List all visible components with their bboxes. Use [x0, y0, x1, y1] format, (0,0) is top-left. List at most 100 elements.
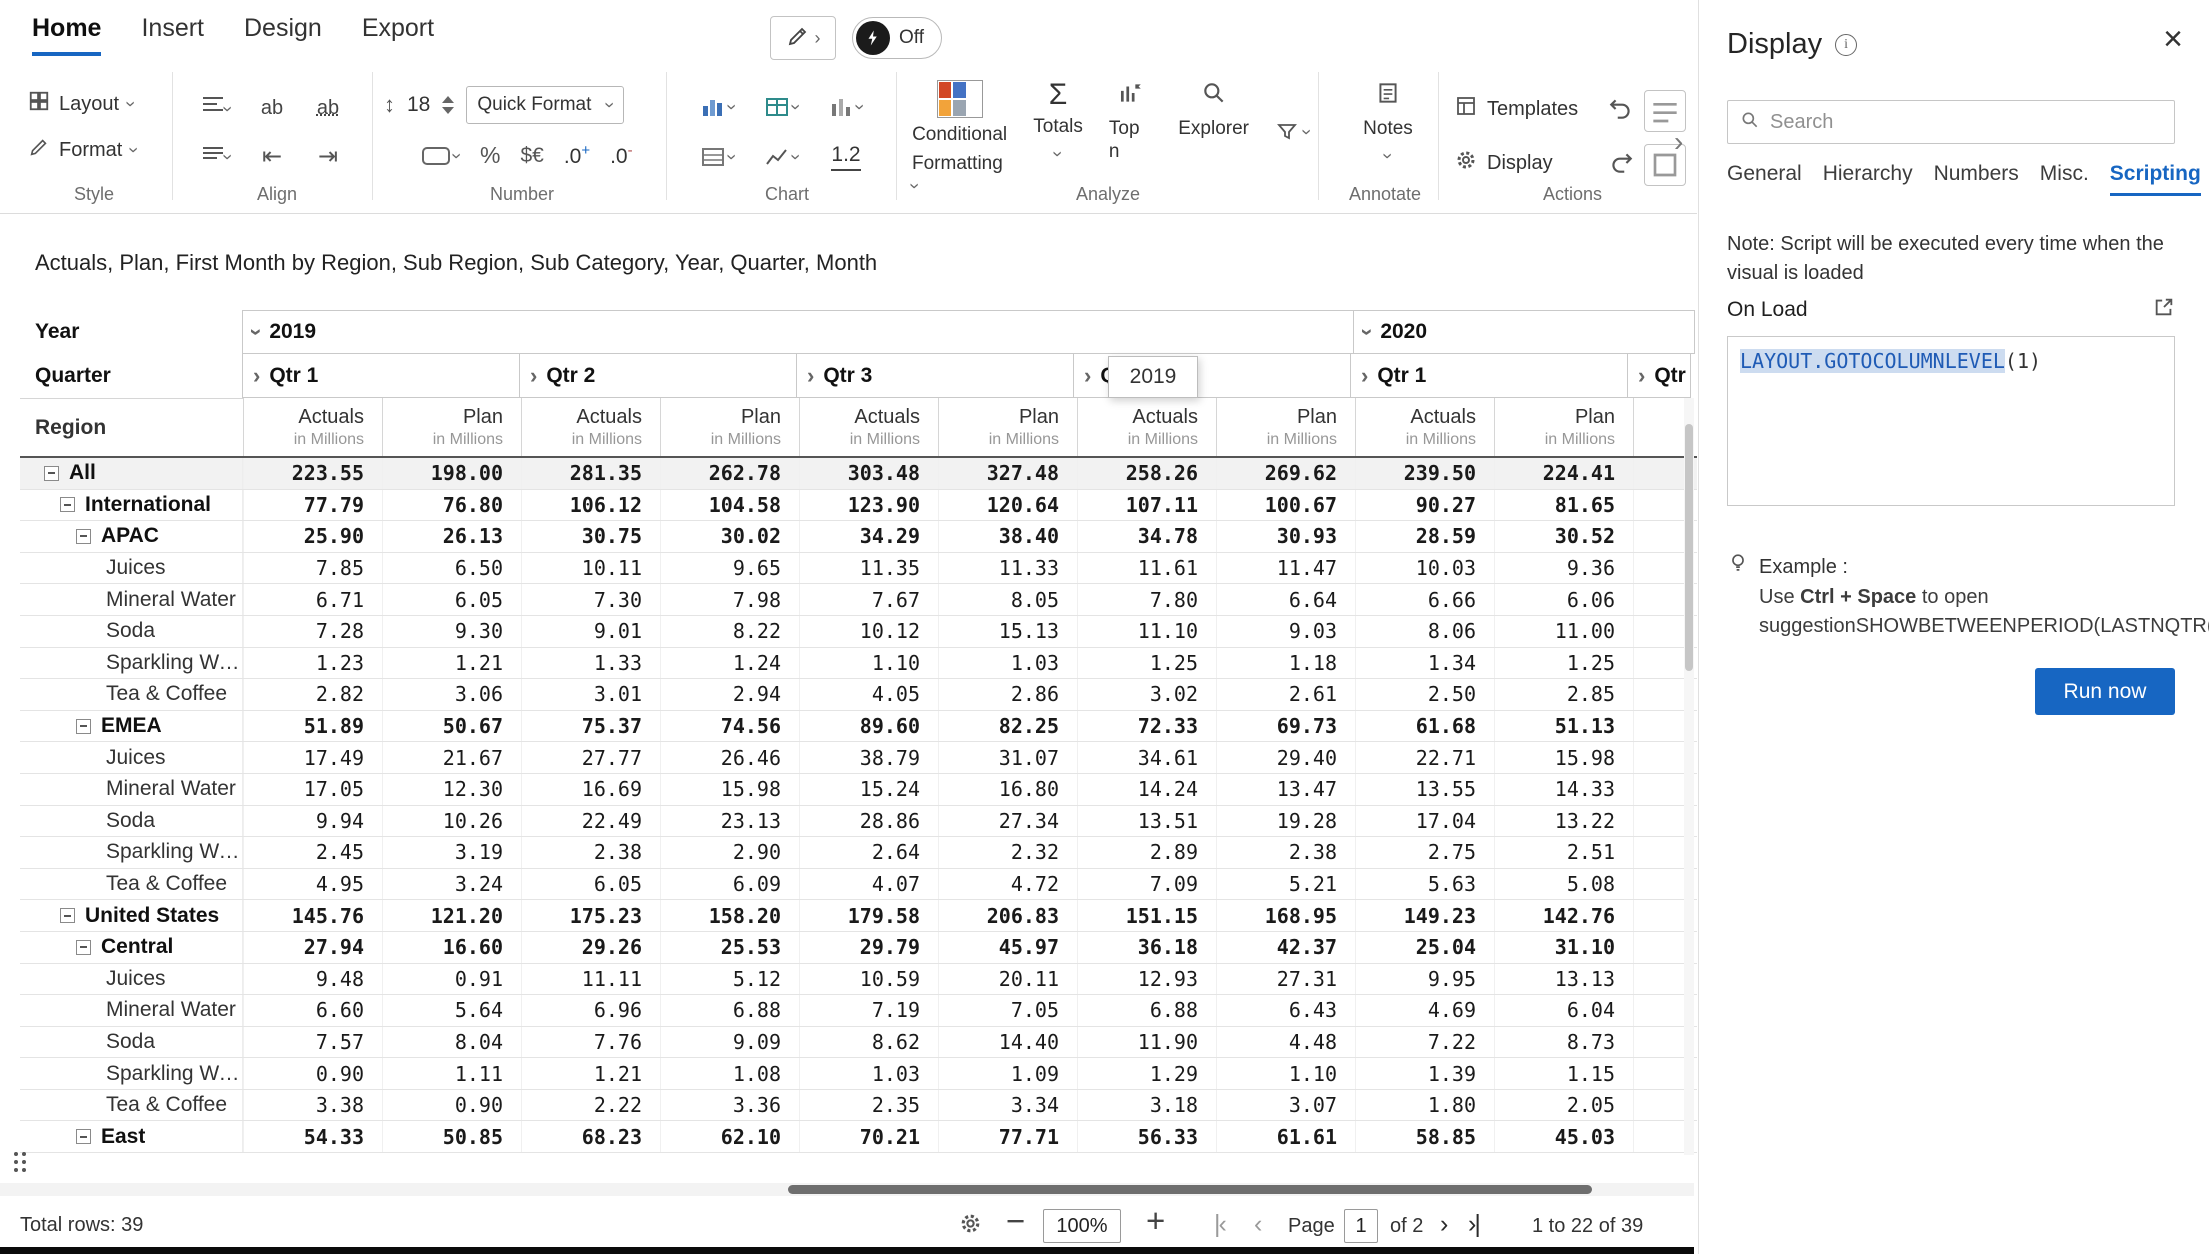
table-cell[interactable]: 149.23 — [1355, 900, 1494, 931]
table-cell[interactable]: 1.11 — [382, 1058, 521, 1089]
table-cell[interactable]: 19.28 — [1216, 805, 1355, 837]
table-cell[interactable]: 1.21 — [382, 647, 521, 679]
table-cell[interactable]: 6.88 — [1077, 995, 1216, 1026]
table-cell[interactable]: 26.46 — [660, 742, 799, 773]
edit-mode-button[interactable]: › — [770, 16, 836, 60]
table-cell[interactable]: 179.58 — [799, 900, 938, 931]
table-cell[interactable]: 16.60 — [382, 931, 521, 963]
table-cell[interactable]: 14.33 — [1494, 773, 1633, 805]
column-chart-button[interactable]: › — [829, 96, 870, 118]
table-cell[interactable]: 6.64 — [1216, 584, 1355, 615]
table-cell[interactable]: 13.55 — [1355, 773, 1494, 805]
table-cell[interactable]: 7.30 — [521, 584, 660, 615]
table-cell[interactable]: 42.37 — [1216, 931, 1355, 963]
table-cell[interactable]: 6.05 — [382, 584, 521, 615]
table-row[interactable]: Mineral Water 17.05 12.30 16.69 15.98 15.24 16… — [20, 773, 1697, 806]
table-cell[interactable]: 7.80 — [1077, 584, 1216, 615]
table-cell[interactable]: 4.72 — [938, 868, 1077, 900]
table-cell[interactable]: 303.48 — [799, 458, 938, 489]
collapse-icon[interactable] — [60, 908, 75, 924]
collapse-icon[interactable] — [76, 528, 91, 544]
measure-header-cell[interactable]: Plan in Millions — [1216, 398, 1355, 456]
table-cell[interactable]: 262.78 — [660, 458, 799, 489]
table-cell[interactable]: 31.07 — [938, 742, 1077, 773]
table-row[interactable]: United States 145.76 121.20 175.23 158.20 179… — [20, 900, 1697, 932]
table-row[interactable]: Tea & Coffee 3.38 0.90 2.22 3.36 2.35 3.34 3.18… — [20, 1089, 1697, 1122]
table-cell[interactable]: 0.91 — [382, 963, 521, 995]
table-cell[interactable]: 10.59 — [799, 963, 938, 995]
table-cell[interactable]: 1.03 — [938, 647, 1077, 679]
row-label[interactable]: Mineral Water — [20, 584, 243, 615]
table-cell[interactable]: 223.55 — [243, 458, 382, 489]
undo-button[interactable] — [1608, 96, 1634, 122]
table-cell[interactable]: 258.26 — [1077, 458, 1216, 489]
table-cell[interactable]: 29.26 — [521, 931, 660, 963]
measure-header-cell[interactable]: Plan in Millions — [382, 398, 521, 456]
table-cell[interactable]: 6.71 — [243, 584, 382, 615]
table-cell[interactable]: 7.76 — [521, 1026, 660, 1058]
table-cell[interactable]: 17.49 — [243, 742, 382, 773]
table-cell[interactable]: 1.08 — [660, 1058, 799, 1089]
collapse-icon[interactable] — [76, 939, 91, 955]
table-cell[interactable]: 61.61 — [1216, 1121, 1355, 1153]
table-cell[interactable]: 1.23 — [243, 647, 382, 679]
table-cell[interactable]: 281.35 — [521, 458, 660, 489]
table-cell[interactable]: 25.04 — [1355, 931, 1494, 963]
table-cell[interactable]: 168.95 — [1216, 900, 1355, 931]
table-cell[interactable]: 50.67 — [382, 710, 521, 742]
table-cell[interactable]: 2.05 — [1494, 1089, 1633, 1121]
table-cell[interactable]: 13.47 — [1216, 773, 1355, 805]
totals-button[interactable]: Σ Totals › — [1033, 80, 1083, 163]
vertical-scrollbar-thumb[interactable] — [1685, 424, 1693, 671]
table-cell[interactable]: 76.80 — [382, 489, 521, 521]
table-cell[interactable]: 2.38 — [521, 837, 660, 868]
table-cell[interactable]: 8.05 — [938, 584, 1077, 615]
table-cell[interactable]: 4.07 — [799, 868, 938, 900]
table-cell[interactable]: 121.20 — [382, 900, 521, 931]
table-cell[interactable]: 1.29 — [1077, 1058, 1216, 1089]
year-header-cell[interactable]: › 2020 — [1353, 310, 1695, 354]
last-page-button[interactable]: ›| — [1468, 1210, 1481, 1239]
tab-home[interactable]: Home — [32, 14, 102, 56]
table-cell[interactable]: 6.43 — [1216, 995, 1355, 1026]
table-cell[interactable]: 11.11 — [521, 963, 660, 995]
table-cell[interactable]: 74.56 — [660, 710, 799, 742]
table-cell[interactable]: 9.03 — [1216, 615, 1355, 647]
indent-increase-button[interactable]: ⇥ — [318, 142, 338, 171]
table-cell[interactable]: 38.79 — [799, 742, 938, 773]
table-cell[interactable]: 6.88 — [660, 995, 799, 1026]
display-button[interactable]: Display — [1454, 148, 1553, 178]
bar-chart-button[interactable]: › — [701, 96, 742, 118]
table-cell[interactable]: 8.73 — [1494, 1026, 1633, 1058]
table-cell[interactable]: 6.04 — [1494, 995, 1633, 1026]
table-cell[interactable]: 15.24 — [799, 773, 938, 805]
row-label[interactable]: Juices — [20, 552, 243, 584]
row-label[interactable]: Mineral Water — [20, 773, 243, 805]
table-row[interactable]: Soda 7.28 9.30 9.01 8.22 10.12 15.13 11.10 9.03 8… — [20, 615, 1697, 648]
table-cell[interactable]: 1.34 — [1355, 647, 1494, 679]
table-cell[interactable]: 72.33 — [1077, 710, 1216, 742]
table-cell[interactable]: 17.04 — [1355, 805, 1494, 837]
table-cell[interactable]: 2.50 — [1355, 679, 1494, 710]
table-row[interactable]: EMEA 51.89 50.67 75.37 74.56 89.60 82.25 72.33 6… — [20, 710, 1697, 743]
table-cell[interactable]: 9.01 — [521, 615, 660, 647]
table-row[interactable]: Sparkling Wa... 2.45 3.19 2.38 2.90 2.64 2.32 2… — [20, 837, 1697, 869]
table-cell[interactable]: 25.90 — [243, 521, 382, 552]
table-cell[interactable]: 23.13 — [660, 805, 799, 837]
table-cell[interactable]: 0.90 — [382, 1089, 521, 1121]
table-cell[interactable]: 3.24 — [382, 868, 521, 900]
table-cell[interactable]: 12.30 — [382, 773, 521, 805]
year-header-cell[interactable]: › 2019 — [242, 310, 1354, 354]
script-editor[interactable]: LAYOUT.GOTOCOLUMNLEVEL(1) — [1727, 336, 2175, 506]
tab-hierarchy[interactable]: Hierarchy — [1823, 162, 1913, 196]
table-cell[interactable]: 29.40 — [1216, 742, 1355, 773]
measure-header-cell[interactable]: Plan in Millions — [660, 398, 799, 456]
live-toggle[interactable]: Off — [852, 17, 942, 59]
table-cell[interactable]: 2.82 — [243, 679, 382, 710]
table-cell[interactable]: 104.58 — [660, 489, 799, 521]
measure-header-cell[interactable]: Actuals in Millions — [1355, 398, 1494, 456]
table-cell[interactable]: 34.29 — [799, 521, 938, 552]
table-cell[interactable]: 11.10 — [1077, 615, 1216, 647]
row-label[interactable]: Soda — [20, 615, 243, 647]
table-cell[interactable]: 89.60 — [799, 710, 938, 742]
